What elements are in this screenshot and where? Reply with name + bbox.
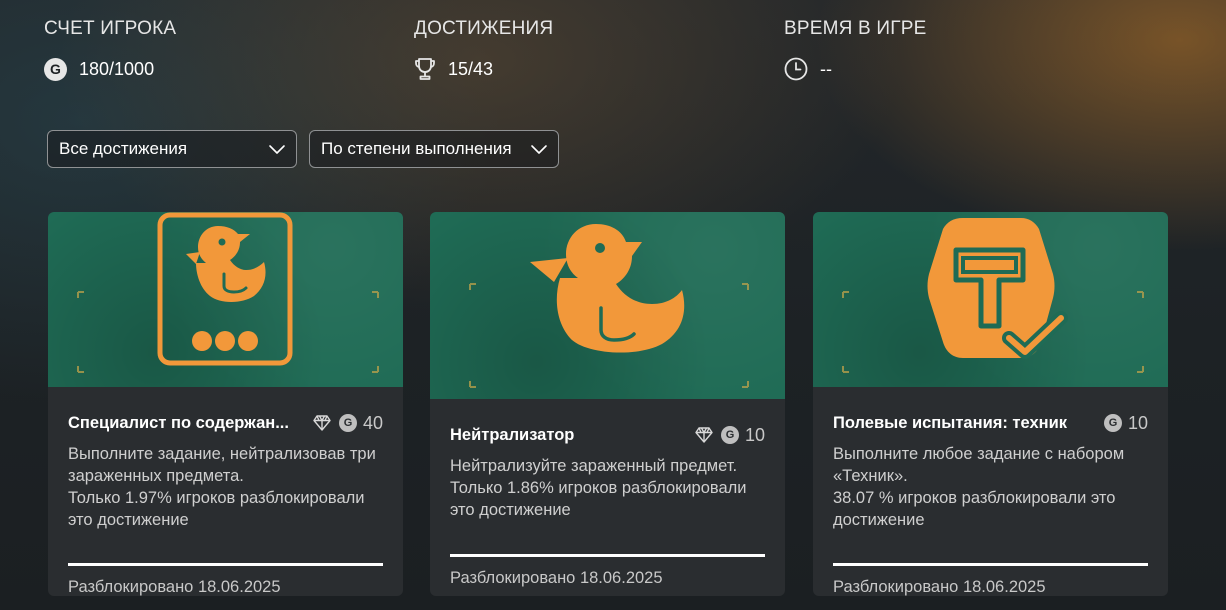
stat-label: ВРЕМЯ В ИГРЕ <box>784 18 927 39</box>
unlock-date: Разблокировано 18.06.2025 <box>833 578 1046 596</box>
unlock-date: Разблокировано 18.06.2025 <box>450 569 663 587</box>
gamerscore-icon: G <box>720 426 739 444</box>
achievement-description: Нейтрализуйте зараженный предмет. <box>450 457 738 475</box>
achievement-art <box>430 212 785 399</box>
achievement-points: 10 <box>744 424 765 445</box>
sort-dropdown[interactable]: По степени выполнения <box>309 130 559 168</box>
stat-value: 180/1000 <box>79 59 155 79</box>
progress-bar <box>450 554 765 557</box>
clock-icon <box>784 57 808 81</box>
achievement-rarity: Только 1.97% игроков разблокировали это … <box>68 489 365 529</box>
gamerscore-icon: G <box>1103 414 1122 432</box>
stat-playtime: ВРЕМЯ В ИГРЕ -- <box>784 18 927 81</box>
gem-icon <box>313 415 331 431</box>
achievement-card[interactable]: Полевые испытания: техник G 10 Выполните… <box>813 212 1168 596</box>
unlock-date: Разблокировано 18.06.2025 <box>68 578 281 596</box>
progress-bar <box>68 563 383 566</box>
stat-gamerscore: СЧЕТ ИГРОКА G 180/1000 <box>44 18 176 81</box>
achievement-art <box>813 212 1168 387</box>
duck-with-dots-icon <box>77 212 379 373</box>
chevron-down-icon <box>268 140 286 158</box>
gamerscore-icon: G <box>44 57 67 81</box>
achievement-title: Специалист по содержан... <box>68 413 289 432</box>
duck-icon <box>469 224 749 388</box>
achievement-card[interactable]: Нейтрализатор G 10 Нейтрализуйте заражен… <box>430 212 785 596</box>
gamerscore-icon: G <box>338 414 357 432</box>
achievement-art <box>48 212 403 387</box>
stat-value: -- <box>820 59 832 79</box>
stat-value: 15/43 <box>448 59 494 79</box>
trophy-icon <box>414 57 436 81</box>
achievement-description: Выполните любое задание с набором «Техни… <box>833 445 1125 485</box>
achievement-description: Выполните задание, нейтрализовав три зар… <box>68 445 376 485</box>
dropdown-label: Все достижения <box>59 139 188 158</box>
stat-label: СЧЕТ ИГРОКА <box>44 18 177 39</box>
achievement-points: 40 <box>362 412 383 433</box>
achievement-points: 10 <box>1127 412 1148 433</box>
achievement-rarity: 38.07 % игроков разблокировали это дости… <box>833 489 1116 529</box>
filter-type-dropdown[interactable]: Все достижения <box>47 130 297 168</box>
achievement-rarity: Только 1.86% игроков разблокировали это … <box>450 479 747 519</box>
progress-bar <box>833 563 1148 566</box>
technician-badge-icon <box>842 218 1144 373</box>
chevron-down-icon <box>530 140 548 158</box>
achievement-title: Нейтрализатор <box>450 425 575 444</box>
dropdown-label: По степени выполнения <box>321 139 512 158</box>
stat-label: ДОСТИЖЕНИЯ <box>414 18 554 39</box>
gem-icon <box>695 427 713 443</box>
achievement-title: Полевые испытания: техник <box>833 413 1067 432</box>
achievement-card[interactable]: Специалист по содержан... G 40 Выполните… <box>48 212 403 596</box>
stat-achievements: ДОСТИЖЕНИЯ 15/43 <box>414 18 553 81</box>
